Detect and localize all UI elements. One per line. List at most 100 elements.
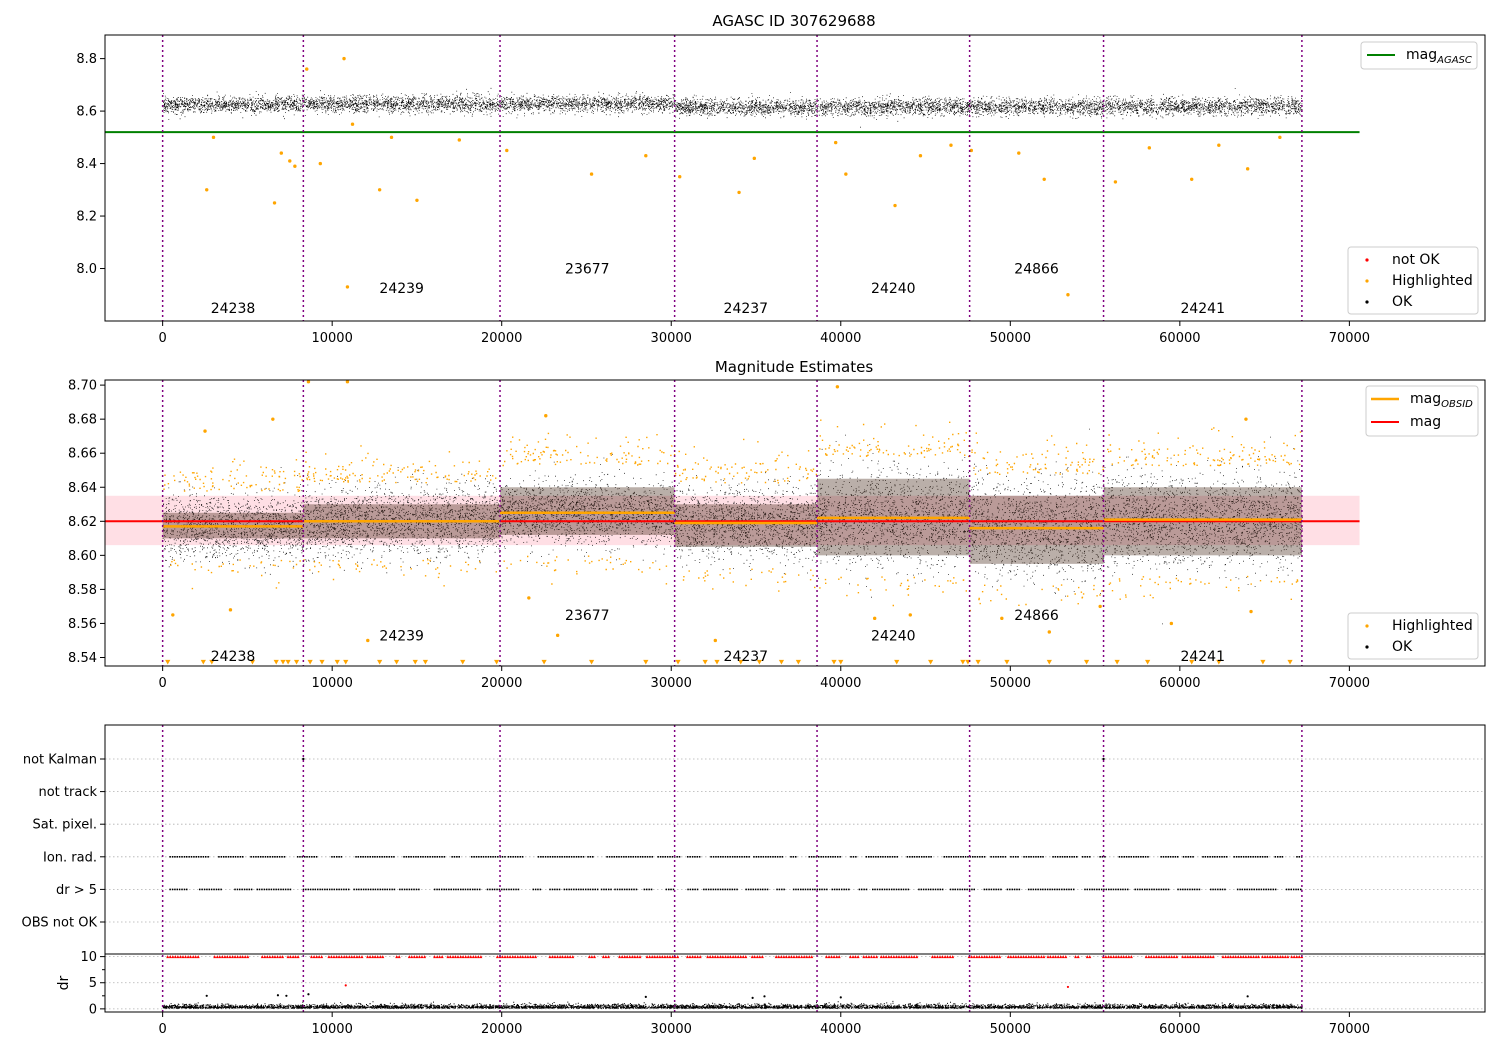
obsid-label: 23677 [565, 262, 610, 278]
y-tick-label: 8.58 [68, 583, 97, 598]
x-tick-label: 60000 [1159, 1022, 1200, 1037]
highlighted-point [1245, 167, 1250, 171]
x-tick-label: 70000 [1329, 676, 1370, 691]
obsid-label: 24238 [211, 649, 256, 665]
y-tick-label: 8.0 [76, 262, 97, 277]
obsid-mag-band [969, 495, 1104, 564]
legend-highlighted-marker [1365, 624, 1369, 628]
highlighted-point [389, 135, 394, 140]
x-tick-label: 20000 [481, 676, 522, 691]
dr-outlier-point [644, 995, 647, 998]
highlighted-point [345, 285, 350, 289]
highlighted-point [1278, 135, 1282, 140]
obsid-label: 24237 [724, 649, 769, 665]
legend-ok-marker [1365, 300, 1369, 304]
y-tick-label: 8.2 [76, 210, 97, 225]
highlighted-point [644, 153, 648, 158]
legend-highlighted-label: Highlighted [1392, 618, 1473, 634]
highlighted-point [457, 138, 462, 142]
highlighted-point [1113, 180, 1118, 184]
figure: AGASC ID 307629688 24238 24239 23677 24237 2… [0, 0, 1500, 1050]
x-tick-label: 0 [159, 1022, 167, 1037]
y-tick-label: 8.68 [68, 413, 97, 428]
dr-outlier-point [344, 984, 347, 987]
flag-point [1102, 757, 1105, 761]
highlighted-point [1066, 293, 1070, 297]
y-tick-label: 8.56 [68, 617, 97, 632]
legend-mag-agasc-subscript: AGASC [1436, 55, 1472, 66]
dr-outlier-point [1246, 995, 1249, 998]
highlighted-point [1190, 177, 1194, 182]
highlighted-point [1169, 621, 1174, 626]
highlighted-point [271, 417, 275, 421]
legend-highlighted-label: Highlighted [1392, 273, 1473, 289]
obsid-label: 24237 [724, 301, 769, 317]
highlighted-point [505, 148, 509, 153]
flag-row-label: Sat. pixel. [33, 818, 97, 833]
y-tick-label: 8.70 [68, 379, 97, 394]
highlighted-point [908, 613, 912, 617]
highlighted-point [350, 122, 355, 126]
legend-ok-marker [1365, 645, 1369, 649]
highlighted-point [205, 188, 209, 192]
dr-tick-label: 0 [89, 1002, 97, 1017]
x-tick-label: 50000 [990, 331, 1031, 346]
highlighted-point [415, 198, 419, 203]
highlighted-point [1000, 616, 1004, 621]
dr-outlier-point [276, 994, 280, 997]
obsid-label: 24866 [1014, 262, 1059, 278]
highlighted-point [1017, 151, 1021, 155]
obsid-label: 24238 [211, 301, 256, 317]
highlighted-point [1244, 417, 1248, 421]
obsid-mag-band [500, 487, 675, 535]
highlighted-point [872, 616, 877, 621]
y-tick-label: 8.6 [76, 105, 97, 120]
highlighted-point [228, 608, 233, 612]
legend-not-ok-label: not OK [1392, 252, 1440, 268]
x-tick-label: 10000 [311, 676, 352, 691]
y-tick-label: 8.4 [76, 157, 97, 172]
highlighted-point [366, 638, 370, 643]
flag-row-label: dr > 5 [56, 883, 97, 898]
x-tick-label: 10000 [311, 331, 352, 346]
x-tick-label: 20000 [481, 1022, 522, 1037]
highlighted-point [1147, 146, 1152, 150]
highlighted-point [737, 190, 741, 195]
flag-row-label: OBS not OK [22, 916, 98, 931]
obsid-label: 24239 [379, 628, 424, 644]
x-tick-label: 10000 [311, 1022, 352, 1037]
x-tick-label: 40000 [820, 1022, 861, 1037]
panel-agasc-legend-top: magAGASC [1360, 41, 1478, 70]
dr-tick-label: 5 [89, 976, 97, 991]
highlighted-point [288, 159, 292, 163]
highlighted-point [342, 56, 346, 61]
highlighted-point [844, 172, 848, 176]
highlighted-point [293, 164, 297, 168]
highlighted-point [1047, 630, 1051, 634]
obsid-label: 24241 [1180, 649, 1225, 665]
x-tick-label: 50000 [990, 1022, 1031, 1037]
x-tick-label: 30000 [651, 1022, 692, 1037]
highlighted-point [835, 385, 840, 389]
highlighted-point [203, 429, 207, 433]
highlighted-point [589, 172, 594, 176]
x-tick-label: 0 [159, 331, 167, 346]
legend-mag-label: mag [1410, 414, 1441, 430]
highlighted-point [949, 143, 953, 147]
dr-tick-label: 10 [80, 950, 97, 965]
dr-outlier-point [1066, 985, 1070, 989]
obsid-mag-band [674, 504, 818, 547]
x-tick-label: 60000 [1159, 676, 1200, 691]
highlighted-point [1098, 604, 1102, 609]
panel-agasc-legend-bottom: not OK Highlighted OK [1347, 246, 1479, 315]
dr-outlier-point [839, 996, 842, 999]
x-tick-label: 20000 [481, 331, 522, 346]
y-tick-label: 8.64 [68, 481, 97, 496]
obsid-label: 24240 [871, 281, 916, 297]
flag-row-label: not track [38, 785, 97, 800]
legend-not-ok-marker [1365, 258, 1369, 262]
panel-agasc-title: AGASC ID 307629688 [712, 12, 875, 30]
panel-magnitude-legend-bottom: Highlighted OK [1347, 612, 1479, 660]
legend-mag-agasc-base: mag [1406, 47, 1437, 63]
obsid-label: 24240 [871, 628, 916, 644]
